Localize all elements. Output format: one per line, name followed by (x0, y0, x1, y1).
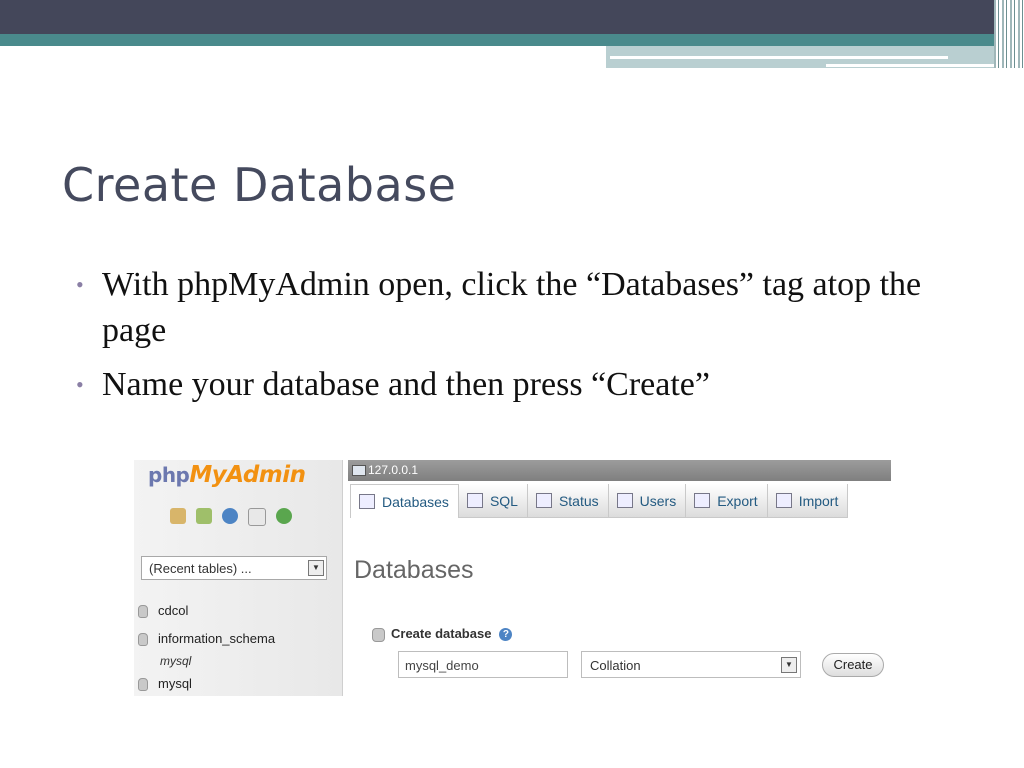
db-item-mysql[interactable]: mysql (138, 676, 192, 692)
create-database-label: Create database? (372, 626, 513, 642)
bullet-text: With phpMyAdmin open, click the “Databas… (102, 266, 922, 349)
database-icon (359, 494, 375, 509)
slide-title: Create Database (62, 158, 457, 212)
database-icon (138, 605, 148, 619)
bullet-text: Name your database and then press “Creat… (102, 366, 710, 403)
tab-users[interactable]: Users (608, 484, 687, 518)
import-icon (775, 493, 792, 508)
database-icon (138, 633, 148, 647)
logo-php: php (148, 463, 190, 487)
export-icon (694, 493, 711, 508)
db-item-cdcol[interactable]: cdcol (138, 603, 189, 619)
collation-select[interactable]: Collation ▼ (581, 651, 801, 678)
page-heading: Databases (354, 556, 474, 584)
chevron-down-icon[interactable]: ▼ (781, 657, 797, 673)
db-item-label: cdcol (158, 603, 189, 618)
bullet-list: • With phpMyAdmin open, click the “Databa… (76, 262, 956, 416)
new-database-icon (372, 627, 385, 642)
database-name-input[interactable]: mysql_demo (398, 651, 568, 678)
bullet-item: • With phpMyAdmin open, click the “Databa… (76, 262, 956, 354)
tab-label: Export (717, 492, 758, 509)
navigation-panel: phpMyAdmin (Recent tables) ... ▼ cdcol in… (134, 460, 343, 696)
tab-status[interactable]: Status (527, 484, 609, 518)
header-stripes (994, 0, 1024, 68)
sql-icon (466, 493, 483, 508)
tab-databases[interactable]: Databases (350, 484, 459, 518)
server-label: 127.0.0.1 (368, 463, 419, 477)
tab-label: Databases (382, 493, 449, 510)
bullet-dot-icon: • (76, 372, 84, 397)
reload-icon[interactable] (276, 508, 292, 524)
database-icon (138, 678, 148, 692)
create-button[interactable]: Create (822, 653, 884, 677)
main-panel: 127.0.0.1 Databases SQL Status Users Exp… (348, 460, 891, 696)
bullet-dot-icon: • (76, 272, 84, 297)
phpmyadmin-screenshot: phpMyAdmin (Recent tables) ... ▼ cdcol in… (134, 460, 891, 696)
phpmyadmin-logo[interactable]: phpMyAdmin (148, 462, 306, 488)
logout-icon[interactable] (196, 508, 212, 524)
db-item-sub: mysql (160, 654, 192, 668)
help-icon[interactable]: ? (499, 628, 513, 642)
header-band-dark (0, 0, 1024, 34)
header-line (610, 56, 948, 59)
db-item-label: mysql (158, 676, 192, 691)
tab-import[interactable]: Import (767, 484, 849, 518)
tab-export[interactable]: Export (686, 484, 768, 518)
tab-label: SQL (489, 492, 518, 509)
server-breadcrumb[interactable]: 127.0.0.1 (348, 460, 891, 481)
users-icon (616, 493, 633, 508)
help-icon[interactable] (222, 508, 238, 524)
db-item-information-schema[interactable]: information_schema (138, 631, 276, 647)
create-database-text: Create database (391, 626, 492, 641)
tab-label: Status (558, 492, 599, 509)
top-tabs: Databases SQL Status Users Export Import (350, 484, 849, 518)
db-item-label: information_schema (158, 631, 276, 646)
logo-myadmin: MyAdmin (189, 462, 306, 488)
bullet-item: • Name your database and then press “Crea… (76, 362, 956, 408)
recent-tables-value: (Recent tables) ... (149, 561, 252, 576)
nav-icon-bar (170, 508, 292, 526)
header-band-teal (0, 34, 1024, 46)
chevron-down-icon[interactable]: ▼ (308, 560, 324, 576)
docs-icon[interactable] (248, 508, 266, 526)
tab-label: Users (639, 492, 677, 509)
server-icon (352, 465, 366, 476)
collation-value: Collation (590, 658, 641, 673)
tab-sql[interactable]: SQL (458, 484, 528, 518)
home-icon[interactable] (170, 508, 186, 524)
status-icon (535, 493, 552, 508)
tab-label: Import (798, 492, 839, 509)
recent-tables-select[interactable]: (Recent tables) ... ▼ (141, 556, 327, 580)
